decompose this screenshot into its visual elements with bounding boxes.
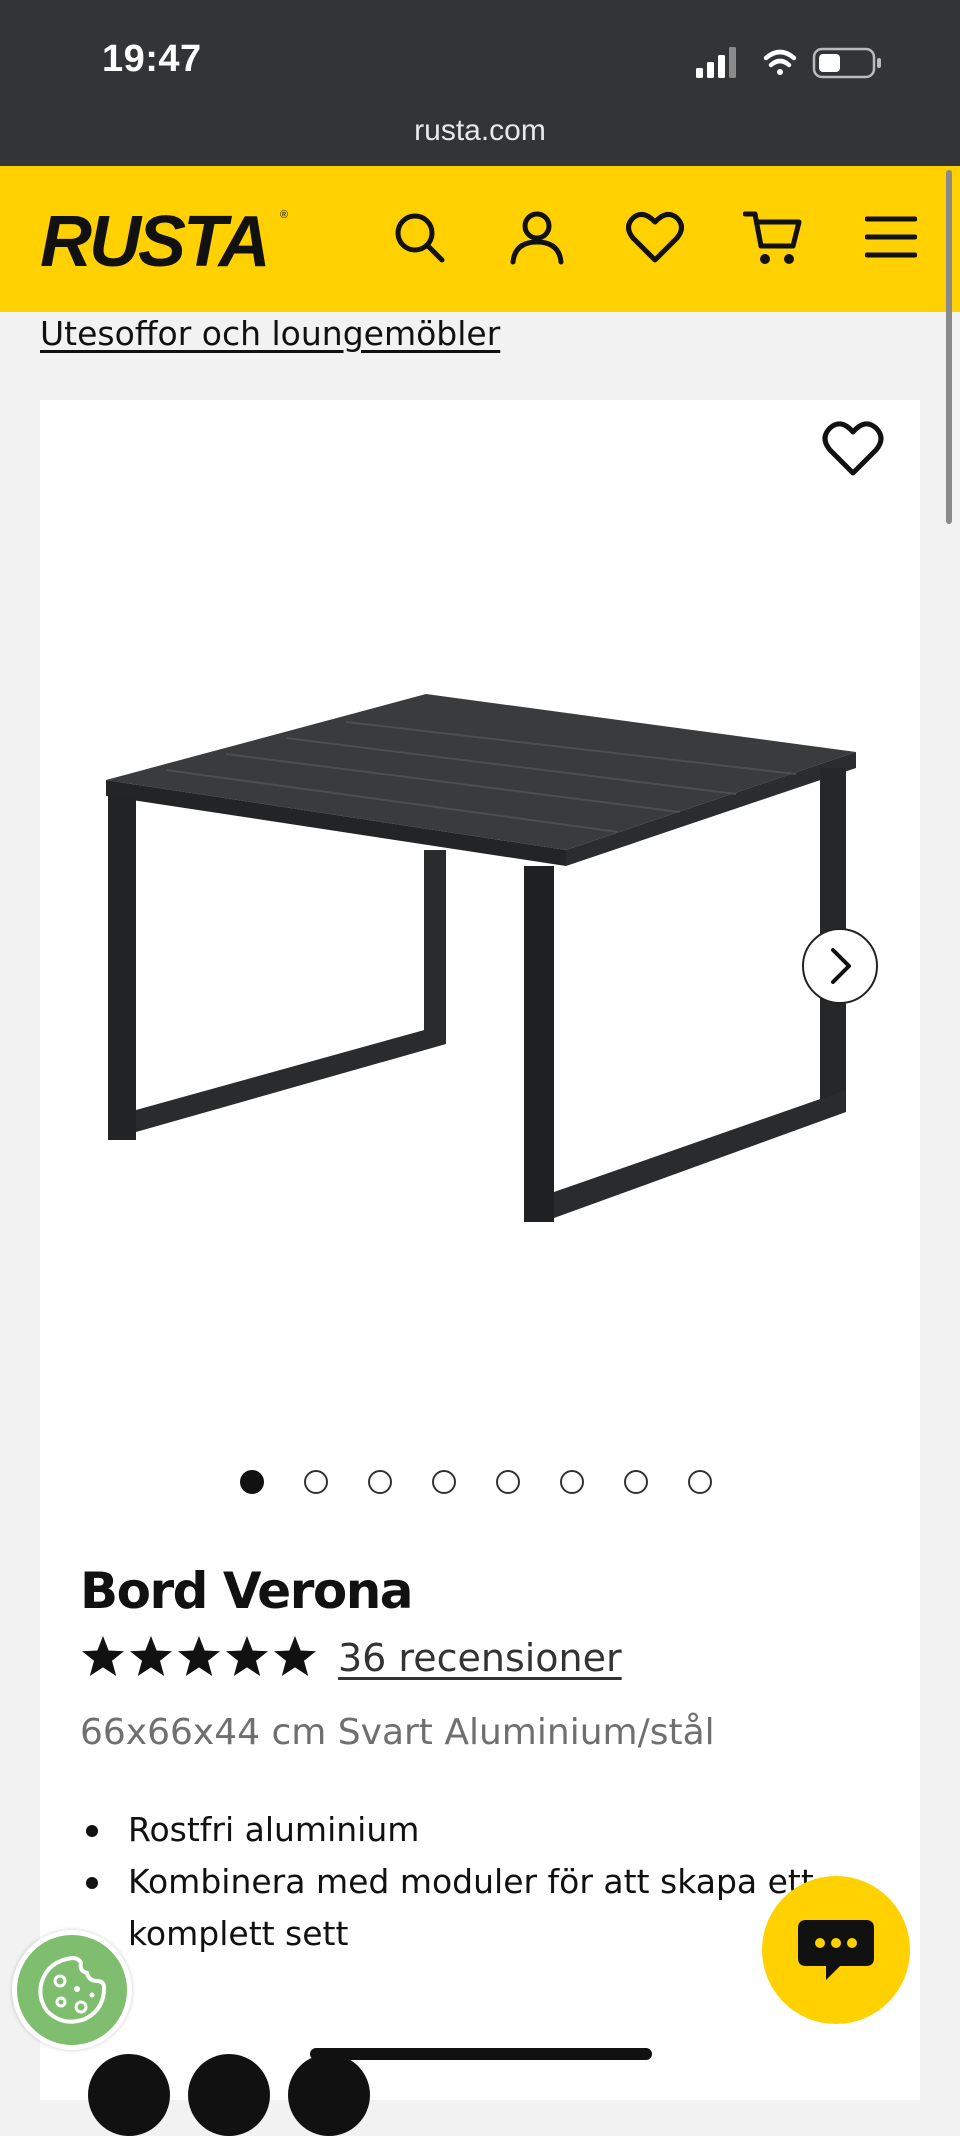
product-title: Bord Verona bbox=[80, 1562, 414, 1620]
wishlist-button[interactable] bbox=[622, 204, 688, 270]
star-icon bbox=[82, 1636, 124, 1676]
star-icon bbox=[130, 1636, 172, 1676]
rating-stars[interactable] bbox=[80, 1634, 318, 1680]
feature-item: Kombinera med moduler för att skapa ett … bbox=[80, 1856, 860, 1960]
swatch-button[interactable] bbox=[188, 2054, 270, 2136]
gallery-dot[interactable] bbox=[560, 1470, 584, 1494]
account-icon bbox=[510, 211, 564, 265]
rusta-logo[interactable]: RUSTA ® bbox=[38, 196, 298, 276]
feature-list: Rostfri aluminium Kombinera med moduler … bbox=[80, 1804, 860, 1960]
gallery-dot[interactable] bbox=[624, 1470, 648, 1494]
chat-bubble-icon bbox=[798, 1920, 874, 1980]
product-image[interactable] bbox=[96, 680, 876, 1240]
gallery-dot[interactable] bbox=[688, 1470, 712, 1494]
swatch-button[interactable] bbox=[88, 2054, 170, 2136]
feature-item: Rostfri aluminium bbox=[80, 1804, 860, 1856]
cookie-settings-button[interactable] bbox=[12, 1930, 132, 2050]
cart-button[interactable] bbox=[740, 204, 806, 270]
gallery-dot[interactable] bbox=[304, 1470, 328, 1494]
star-icon bbox=[274, 1636, 316, 1676]
gallery-dot[interactable] bbox=[240, 1470, 264, 1494]
scrollbar[interactable] bbox=[946, 170, 952, 524]
product-subtitle: 66x66x44 cm Svart Aluminium/stål bbox=[80, 1712, 715, 1753]
status-time: 19:47 bbox=[102, 38, 202, 80]
svg-text:RUSTA: RUSTA bbox=[40, 202, 268, 276]
add-to-wishlist-button[interactable] bbox=[822, 420, 884, 482]
wishlist-icon bbox=[626, 211, 684, 263]
menu-button[interactable] bbox=[858, 204, 924, 270]
search-button[interactable] bbox=[386, 204, 452, 270]
gallery-dot[interactable] bbox=[432, 1470, 456, 1494]
cookie-icon bbox=[38, 1955, 107, 2024]
chevron-right-icon bbox=[831, 948, 851, 984]
breadcrumb-link[interactable]: Utesoffor och loungemöbler bbox=[40, 314, 500, 353]
wifi-icon bbox=[763, 49, 797, 75]
svg-text:®: ® bbox=[280, 209, 288, 221]
heart-icon bbox=[822, 421, 884, 476]
account-button[interactable] bbox=[504, 204, 570, 270]
battery-icon bbox=[812, 47, 881, 79]
signal-icon bbox=[696, 47, 736, 78]
status-icons bbox=[696, 47, 881, 79]
address-bar-url[interactable]: rusta.com bbox=[0, 114, 960, 148]
gallery-pagination bbox=[240, 1470, 712, 1494]
menu-icon bbox=[865, 216, 917, 258]
search-icon bbox=[395, 213, 445, 263]
gallery-dot[interactable] bbox=[368, 1470, 392, 1494]
gallery-next-button[interactable] bbox=[802, 928, 878, 1004]
star-icon bbox=[178, 1636, 220, 1676]
home-indicator[interactable] bbox=[310, 2048, 652, 2060]
gallery-dot[interactable] bbox=[496, 1470, 520, 1494]
swatch-button[interactable] bbox=[288, 2054, 370, 2136]
cart-icon bbox=[743, 211, 802, 264]
chat-button[interactable] bbox=[762, 1876, 910, 2024]
reviews-link[interactable]: 36 recensioner bbox=[338, 1636, 622, 1680]
star-icon bbox=[226, 1636, 268, 1676]
